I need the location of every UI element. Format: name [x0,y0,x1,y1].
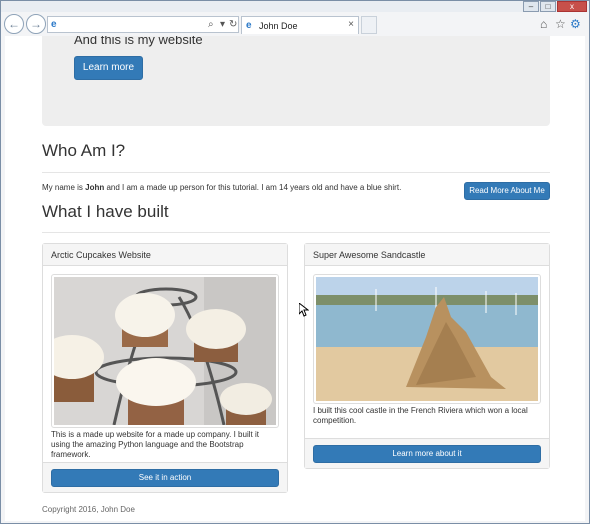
ie-logo-icon: e [246,20,252,31]
maximize-button[interactable]: □ [540,1,556,12]
chevron-down-icon[interactable]: ▾ [220,19,225,31]
see-it-in-action-button[interactable]: See it in action [51,469,279,487]
jumbotron: And this is my website Learn more [42,36,550,126]
learn-more-button[interactable]: Learn more [74,56,143,80]
new-tab-button[interactable] [361,16,377,34]
page-footer: Copyright 2016, John Doe [42,505,135,514]
about-heading: Who Am I? [42,141,126,160]
gear-icon[interactable]: ⚙ [570,17,581,31]
close-icon[interactable]: × [348,19,354,30]
sandcastle-photo [313,274,541,404]
back-button[interactable]: ← [4,14,24,34]
project-card-cupcakes: Arctic Cupcakes Website This is a made u… [42,243,288,493]
panel-heading: Super Awesome Sandcastle [305,244,549,266]
project-description: I built this cool castle in the French R… [313,406,528,425]
about-name: John [85,183,105,192]
ie-logo-icon: e [51,19,57,30]
minimize-button[interactable]: – [523,1,539,12]
cupcakes-photo [51,274,279,428]
address-bar[interactable]: e ⌕ ▾ ↻ [47,16,239,33]
project-description: This is a made up website for a made up … [51,430,259,459]
divider [42,172,550,173]
project-card-sandcastle: Super Awesome Sandcastle I built this co… [304,243,550,469]
panel-footer: See it in action [43,462,287,492]
window-titlebar: – □ x [1,1,589,12]
back-arrow-icon: ← [8,17,20,31]
about-text-after: and I am a made up person for this tutor… [104,183,402,192]
search-icon[interactable]: ⌕ [208,19,214,31]
about-text-before: My name is [42,183,86,192]
refresh-icon[interactable]: ↻ [229,19,237,31]
forward-arrow-icon: → [30,17,42,31]
close-window-button[interactable]: x [557,1,587,12]
tab-john-doe[interactable]: e John Doe × [241,16,359,34]
built-heading: What I have built [42,202,169,221]
tab-title: John Doe [259,21,298,31]
home-icon[interactable]: ⌂ [540,17,547,31]
panel-footer: Learn more about it [305,438,549,468]
browser-toolbar: ← → e ⌕ ▾ ↻ e John Doe × ⌂ ☆ ⚙ [1,12,589,38]
browser-window: – □ x ← → e ⌕ ▾ ↻ e John Doe × ⌂ ☆ ⚙ And… [0,0,590,524]
page-viewport: And this is my website Learn more Who Am… [5,36,585,521]
read-more-about-me-button[interactable]: Read More About Me [464,182,550,200]
learn-more-about-it-button[interactable]: Learn more about it [313,445,541,463]
favorites-star-icon[interactable]: ☆ [555,17,566,31]
forward-button[interactable]: → [26,14,46,34]
panel-heading: Arctic Cupcakes Website [43,244,287,266]
jumbotron-subtitle: And this is my website [74,36,203,47]
about-text: My name is John and I am a made up perso… [42,183,401,192]
mouse-cursor-icon [299,303,309,317]
divider [42,232,550,233]
